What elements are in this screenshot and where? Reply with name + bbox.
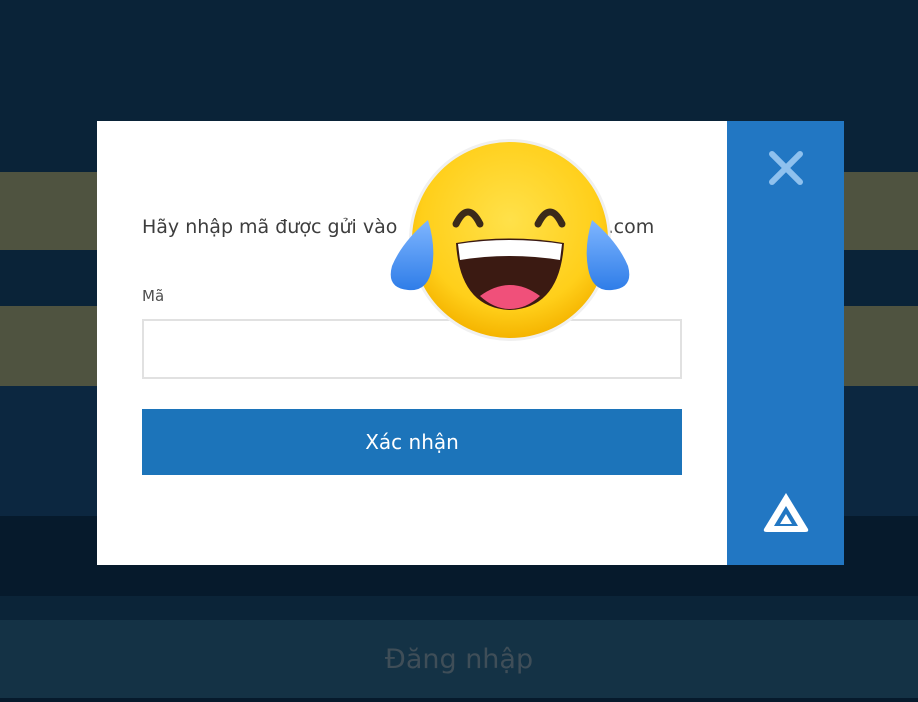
confirm-button[interactable]: Xác nhận (142, 409, 682, 475)
triangle-logo-icon (763, 493, 809, 532)
background-band (0, 596, 918, 620)
instruction-text-start: Hãy nhập mã được gửi vào (142, 216, 398, 238)
background-login-button: Đăng nhập (0, 620, 918, 698)
tears-of-joy-emoji-icon (390, 139, 630, 341)
dialog-side-panel (727, 121, 844, 565)
close-icon[interactable] (767, 149, 805, 187)
code-field-label: Mã (142, 287, 165, 305)
background-band (0, 698, 918, 702)
